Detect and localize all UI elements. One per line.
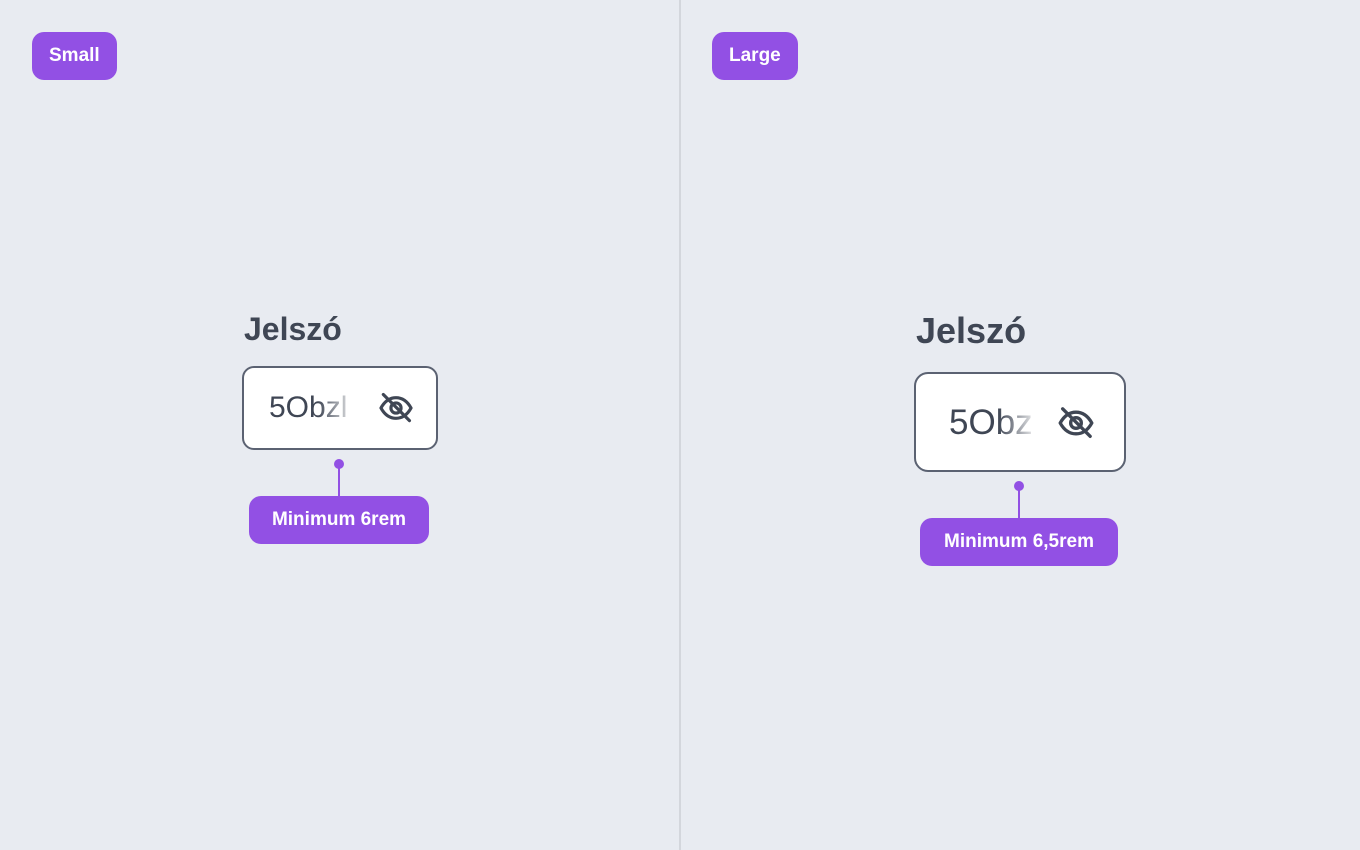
eye-off-icon <box>377 389 415 427</box>
size-badge-large: Large <box>712 32 798 80</box>
min-width-badge: Minimum 6rem <box>249 496 429 544</box>
toggle-visibility-button[interactable] <box>1054 401 1098 445</box>
eye-off-icon <box>1056 403 1096 443</box>
password-value[interactable]: 5Obzl <box>269 390 357 426</box>
password-label: Jelszó <box>244 311 342 347</box>
min-width-marker-line <box>338 468 340 498</box>
password-field[interactable]: 5Obz <box>914 372 1126 472</box>
password-field[interactable]: 5Obzl <box>242 366 438 450</box>
password-label: Jelszó <box>916 310 1027 351</box>
min-width-marker-line <box>1018 490 1020 520</box>
size-badge-small: Small <box>32 32 117 80</box>
toggle-visibility-button[interactable] <box>376 388 416 428</box>
min-width-badge: Minimum 6,5rem <box>920 518 1118 566</box>
small-variant-panel: Small Jelszó 5Obzl Minimum 6rem <box>0 0 680 850</box>
password-value[interactable]: 5Obz <box>949 403 1039 443</box>
large-variant-panel: Large Jelszó 5Obz Minimum 6,5rem <box>681 0 1360 850</box>
